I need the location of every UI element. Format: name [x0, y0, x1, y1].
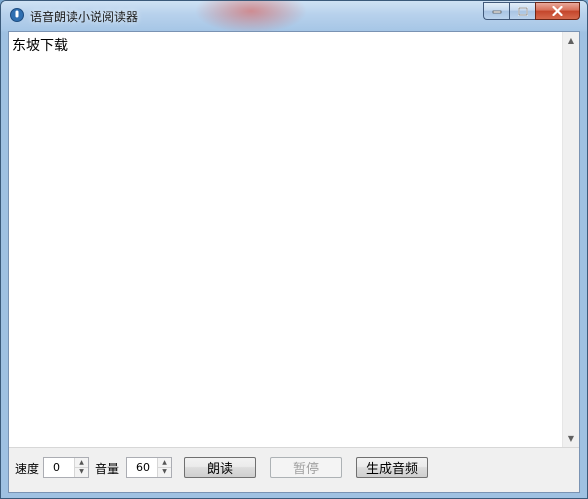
close-button[interactable] [535, 2, 580, 20]
speed-value[interactable]: 0 [53, 461, 60, 474]
volume-spinner-buttons: ▲ ▼ [157, 458, 171, 477]
caption-buttons [483, 2, 580, 21]
novel-text[interactable]: 东坡下载 [12, 35, 68, 55]
microphone-icon [10, 8, 24, 22]
control-bar: 速度 0 ▲ ▼ 音量 60 ▲ ▼ 朗读 暂停 生成音频 [9, 448, 579, 492]
volume-label: 音量 [95, 462, 120, 476]
read-button[interactable]: 朗读 [184, 457, 256, 478]
volume-down-icon[interactable]: ▼ [158, 467, 171, 476]
scroll-down-icon[interactable]: ▼ [563, 430, 579, 447]
client-area: 东坡下载 ▲ ▼ 速度 0 ▲ ▼ 音量 60 ▲ ▼ 朗读 暂停 生成音频 [8, 31, 580, 493]
window-title: 语音朗读小说阅读器 [30, 10, 139, 24]
generate-audio-button[interactable]: 生成音频 [356, 457, 428, 478]
speed-spinner[interactable]: 0 ▲ ▼ [43, 457, 89, 478]
minimize-button[interactable] [483, 2, 509, 20]
pause-button[interactable]: 暂停 [270, 457, 342, 478]
app-window: 语音朗读小说阅读器 东坡下载 ▲ ▼ 速度 0 ▲ ▼ 音量 60 ▲ ▼ 朗读… [0, 0, 588, 499]
speed-label: 速度 [15, 462, 40, 476]
maximize-icon [517, 6, 528, 16]
title-bar[interactable]: 语音朗读小说阅读器 [1, 1, 587, 31]
vertical-scrollbar[interactable]: ▲ ▼ [562, 32, 579, 447]
novel-text-area[interactable]: 东坡下载 ▲ ▼ [9, 32, 579, 448]
scroll-up-icon[interactable]: ▲ [563, 32, 579, 49]
volume-spinner[interactable]: 60 ▲ ▼ [126, 457, 172, 478]
volume-value[interactable]: 60 [136, 461, 150, 474]
maximize-button[interactable] [509, 2, 535, 20]
speed-down-icon[interactable]: ▼ [75, 467, 88, 476]
minimize-icon [492, 10, 501, 14]
close-icon [552, 6, 563, 16]
speed-spinner-buttons: ▲ ▼ [74, 458, 88, 477]
